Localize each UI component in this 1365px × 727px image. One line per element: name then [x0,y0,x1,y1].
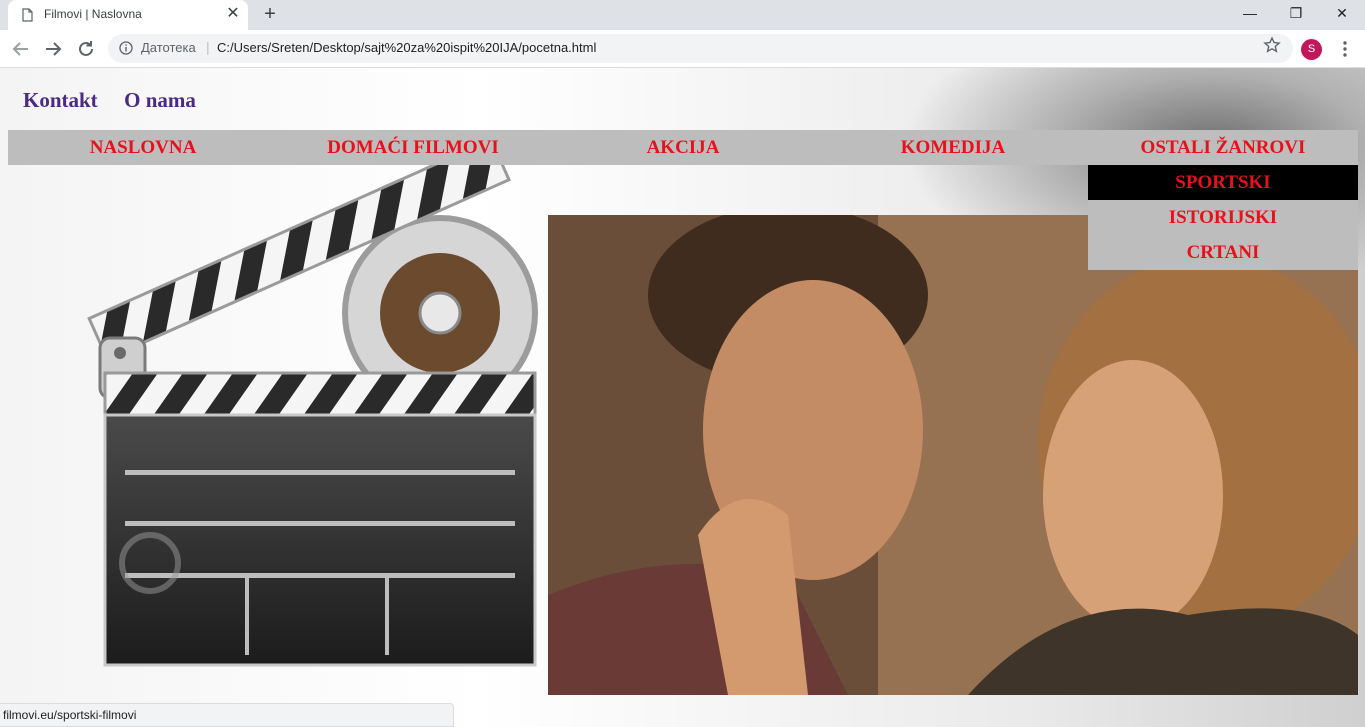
featured-movie-photo [548,215,1358,695]
bookmark-star-icon[interactable] [1263,36,1281,54]
restore-button[interactable]: ❐ [1273,0,1319,30]
minimize-button[interactable]: — [1227,0,1273,30]
kontakt-link[interactable]: Kontakt [23,88,98,113]
nav-ostali-zanrovi[interactable]: OSTALI ŽANROVI [1088,130,1358,165]
file-scheme-label: Датотека [141,40,196,55]
nav-naslovna[interactable]: NASLOVNA [8,130,278,165]
tab-title: Filmovi | Naslovna [44,7,142,21]
dropdown-item-sportski[interactable]: SPORTSKI [1088,165,1358,200]
browser-tab[interactable]: Filmovi | Naslovna ✕ [8,0,248,30]
url-separator: | [206,39,210,55]
kebab-menu-icon[interactable] [1337,39,1353,59]
document-icon [22,8,33,22]
reload-icon[interactable] [73,36,99,62]
nav-komedija[interactable]: KOMEDIJA [818,130,1088,165]
top-links: Kontakt O nama [23,88,218,113]
close-window-button[interactable]: ✕ [1319,0,1365,30]
o-nama-link[interactable]: O nama [124,88,196,113]
web-page: Kontakt O nama NASLOVNA DOMAĆI FILMOVI A… [0,68,1365,727]
nav-domaci-filmovi[interactable]: DOMAĆI FILMOVI [278,130,548,165]
url-text[interactable]: C:/Users/Sreten/Desktop/sajt%20za%20ispi… [217,40,596,55]
address-bar[interactable]: Датотека | C:/Users/Sreten/Desktop/sajt%… [108,34,1293,63]
tab-strip: Filmovi | Naslovna ✕ + — ❐ ✕ [0,0,1365,30]
browser-toolbar: Датотека | C:/Users/Sreten/Desktop/sajt%… [0,30,1365,68]
close-tab-icon[interactable]: ✕ [224,5,242,23]
new-tab-button[interactable]: + [258,3,282,27]
info-icon[interactable] [119,41,133,55]
dropdown-item-crtani[interactable]: CRTANI [1088,235,1358,270]
clapperboard-illustration [87,163,538,667]
main-navigation: NASLOVNA DOMAĆI FILMOVI AKCIJA KOMEDIJA … [8,130,1358,165]
forward-arrow-icon[interactable] [40,36,66,62]
profile-avatar[interactable]: S [1301,39,1322,60]
link-status-bar: filmovi.eu/sportski-filmovi [0,703,454,727]
back-arrow-icon[interactable] [8,36,34,62]
nav-akcija[interactable]: AKCIJA [548,130,818,165]
dropdown-item-istorijski[interactable]: ISTORIJSKI [1088,200,1358,235]
genres-dropdown: SPORTSKI ISTORIJSKI CRTANI [1088,165,1358,270]
movie-still-image [548,215,1358,695]
